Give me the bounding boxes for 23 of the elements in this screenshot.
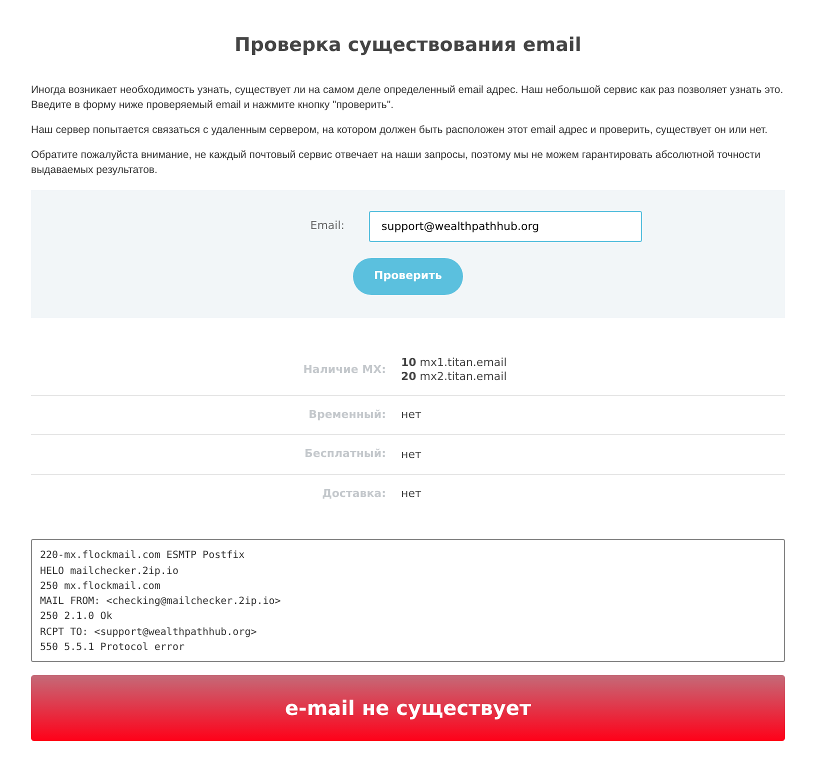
result-label: Временный: — [308, 406, 387, 423]
log-line: RCPT TO: <support@wealthpathhub.org> — [40, 626, 258, 640]
result-label: Наличие MX: — [302, 362, 387, 378]
log-line: HELO mailchecker.2ip.io — [40, 564, 180, 579]
log-line: MAIL FROM: <checking@mailchecker.2ip.io> — [40, 595, 282, 610]
intro-paragraph: Иногда возникает необходимость узнать, существует ли на самом деле определенный email адрес. Наш небольшой сервис как раз позволяет узнать это. Введите в форму ниже проверяемый email и нажмите кнопку "проверить". — [31, 82, 784, 113]
result-value: нет — [401, 408, 422, 422]
result-value: нет — [401, 448, 422, 462]
log-line: 550 5.5.1 Protocol error — [40, 641, 186, 656]
email-input[interactable]: support@wealthpathhub.org — [368, 210, 642, 242]
log-line: 250 2.1.0 Ok — [40, 610, 114, 624]
page-title: Проверка существования email — [234, 34, 582, 57]
result-value: нет — [401, 487, 422, 502]
log-line: 250 mx.flockmail.com — [40, 580, 162, 594]
result-value: 20 mx2.titan.email — [401, 370, 507, 384]
intro-paragraph: Наш сервер попытается связаться с удаленным сервером, на котором должен быть расположен этот email адрес и проверить, существует он или нет. — [31, 122, 768, 138]
log-line: 220-mx.flockmail.com ESMTP Postfix — [40, 549, 246, 564]
email-label: Email: — [309, 218, 344, 234]
result-value: 10 mx1.titan.email — [401, 356, 507, 370]
result-label: Доставка: — [321, 486, 387, 502]
intro-paragraph: Обратите пожалуйста внимание, не каждый почтовый сервис отвечает на наши запросы, поэтому мы не можем гарантировать абсолютной точности выдаваемых результатов. — [31, 148, 762, 178]
result-label: Бесплатный: — [304, 446, 387, 462]
result-banner: e-mail не существует — [31, 675, 785, 742]
